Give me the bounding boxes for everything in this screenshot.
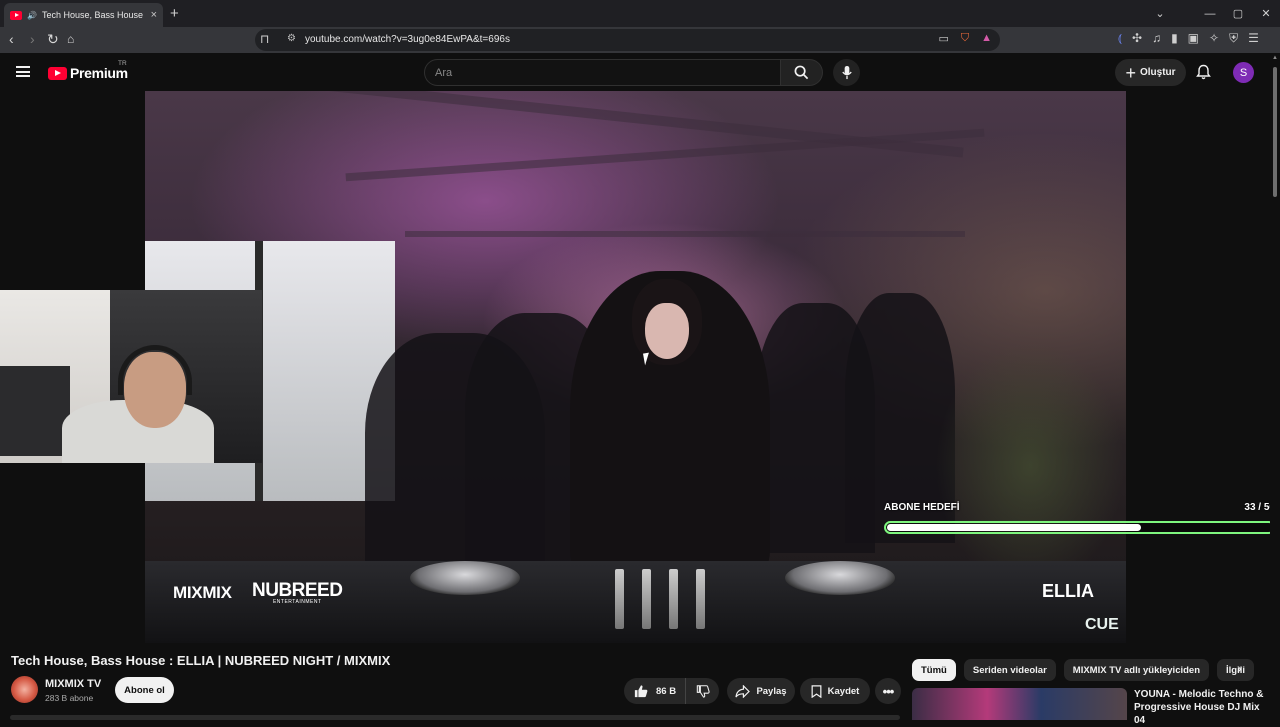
bookmark-icon[interactable]: ⊓ — [260, 32, 269, 46]
sub-goal-bar — [884, 521, 1275, 534]
recommendation-title[interactable]: YOUNA - Melodic Techno & Progressive Hou… — [1134, 688, 1266, 727]
webcam-overlay — [0, 290, 262, 463]
forward-icon[interactable]: › — [30, 31, 35, 47]
related-filter-chips: Tümü Seriden videolar MIXMIX TV adlı yük… — [912, 659, 1255, 681]
search-button[interactable] — [781, 59, 823, 86]
plant — [935, 341, 1125, 591]
chip-all[interactable]: Tümü — [912, 659, 956, 681]
channel-name[interactable]: MIXMIX TV — [45, 678, 101, 690]
like-button[interactable]: 86 B — [624, 678, 686, 704]
chip-channel[interactable]: MIXMIX TV adlı yükleyiciden — [1063, 659, 1210, 681]
extensions-row: ⦅ ✣ ♫ ▮ ▣ ✧ ⛨ ☰ — [1118, 31, 1259, 46]
back-icon[interactable]: ‹ — [9, 31, 14, 47]
cast-icon[interactable]: ▭ — [938, 32, 948, 45]
search-icon — [794, 65, 809, 80]
save-label: Kaydet — [827, 685, 860, 697]
search-box[interactable] — [424, 59, 781, 86]
create-button[interactable]: + Oluştur — [1115, 59, 1186, 86]
window-controls: ⌄ — ▢ ✕ — [1146, 0, 1280, 27]
tab-title: Tech House, Bass House : ELLIA — [41, 10, 146, 20]
sidebar-icon[interactable]: ▮ — [1171, 31, 1178, 46]
scroll-up-icon[interactable]: ▲ — [1272, 55, 1278, 61]
youtube-logo[interactable]: Premium TR — [48, 60, 128, 81]
artist-name-overlay: ELLIA — [1042, 581, 1094, 601]
subscriber-count: 283 B abone — [45, 693, 94, 703]
channel-avatar[interactable] — [11, 676, 38, 703]
extensions-icon[interactable]: ✣ — [1132, 31, 1142, 46]
menu-icon[interactable]: ☰ — [1248, 31, 1259, 46]
youtube-play-icon — [48, 66, 67, 80]
dislike-button[interactable] — [686, 678, 719, 704]
thumbs-up-icon — [634, 685, 648, 698]
more-actions-icon[interactable]: ••• — [875, 678, 901, 704]
sub-goal-fill — [887, 524, 1142, 531]
jog-wheel-left — [410, 561, 520, 595]
save-button[interactable]: Kaydet — [800, 678, 870, 704]
youtube-favicon-icon — [10, 10, 22, 20]
subscriber-goal-widget: ABONE HEDEFİ 33 / 50 — [884, 502, 1275, 534]
user-avatar[interactable]: S — [1233, 62, 1254, 83]
reload-icon[interactable]: ↻ — [47, 31, 59, 48]
thumbs-down-icon — [696, 685, 710, 698]
bookmark-save-icon — [811, 684, 822, 698]
close-window-icon[interactable]: ✕ — [1252, 7, 1280, 20]
plus-icon: + — [1125, 62, 1136, 83]
new-tab-button[interactable]: + — [170, 5, 179, 22]
youtube-masthead: Premium TR + Oluştur S — [0, 53, 1280, 91]
share-button[interactable]: Paylaş — [727, 678, 795, 704]
browser-toolbar: ‹ › ↻ ⌂ ⊓ ⚙ youtube.com/watch?v=3ug0e84E… — [0, 27, 1280, 53]
vpn-icon[interactable]: ⛨ — [1229, 31, 1238, 46]
maximize-icon[interactable]: ▢ — [1224, 7, 1252, 20]
brave-shield-icon[interactable]: ⛉ — [961, 32, 969, 45]
page-scrollbar[interactable]: ▲ — [1270, 53, 1280, 720]
search-input[interactable] — [425, 60, 780, 85]
scrollbar-thumb[interactable] — [1273, 67, 1277, 197]
chip-series[interactable]: Seriden videolar — [963, 659, 1056, 681]
minimize-icon[interactable]: — — [1196, 8, 1224, 20]
video-player[interactable]: MIXMIX NUBREED ENTERTAINMENT ELLIA CUE A… — [0, 91, 1280, 643]
tab-close-icon[interactable]: × — [151, 9, 157, 21]
country-code: TR — [118, 60, 127, 67]
home-icon[interactable]: ⌂ — [67, 32, 74, 46]
microphone-icon — [841, 65, 852, 80]
music-icon[interactable]: ♫ — [1152, 31, 1161, 46]
chevron-right-icon[interactable]: › — [1237, 660, 1242, 676]
url-bar[interactable]: ⊓ ⚙ youtube.com/watch?v=3ug0e84EwPA&t=69… — [255, 29, 1000, 51]
horizontal-scrollbar[interactable] — [0, 713, 905, 720]
video-frame[interactable]: MIXMIX NUBREED ENTERTAINMENT ELLIA CUE — [145, 91, 1126, 643]
sub-goal-label: ABONE HEDEFİ — [884, 502, 960, 513]
create-label: Oluştur — [1139, 67, 1176, 78]
like-dislike-group: 86 B — [624, 678, 719, 704]
nubreed-logo: NUBREED ENTERTAINMENT — [252, 580, 343, 605]
browser-tab[interactable]: 🔊 Tech House, Bass House : ELLIA × — [4, 3, 163, 27]
tab-search-icon[interactable]: ⌄ — [1146, 7, 1174, 20]
voice-search-button[interactable] — [833, 59, 860, 86]
guide-menu-icon[interactable] — [16, 66, 30, 77]
wallet-icon[interactable]: ▣ — [1188, 31, 1199, 46]
like-count: 86 B — [656, 685, 677, 697]
share-icon — [735, 684, 751, 698]
nubreed-logo-text: NUBREED — [252, 580, 343, 601]
url-text[interactable]: youtube.com/watch?v=3ug0e84EwPA&t=696s — [305, 34, 510, 45]
rewards-icon[interactable]: ▲ — [981, 32, 992, 45]
leo-icon[interactable]: ✧ — [1209, 31, 1219, 46]
site-info-icon[interactable]: ⚙ — [287, 33, 296, 44]
audio-extension-icon[interactable]: ⦅ — [1118, 31, 1122, 46]
notifications-bell-icon[interactable] — [1196, 64, 1211, 85]
deck-label: CUE — [1085, 616, 1119, 633]
logo-wordmark: Premium — [70, 65, 128, 81]
subscribe-button[interactable]: Abone ol — [115, 677, 174, 703]
video-title: Tech House, Bass House : ELLIA | NUBREED… — [11, 653, 391, 668]
jog-wheel-right — [785, 561, 895, 595]
recommendation-thumbnail[interactable] — [912, 688, 1127, 720]
speaker-icon[interactable]: 🔊 — [27, 11, 37, 20]
mixmix-logo: MIXMIX — [173, 583, 232, 602]
browser-tabbar: 🔊 Tech House, Bass House : ELLIA × + ⌄ —… — [0, 0, 1280, 27]
chip-related[interactable]: İlgili — [1217, 659, 1255, 681]
share-label: Paylaş — [756, 685, 787, 697]
